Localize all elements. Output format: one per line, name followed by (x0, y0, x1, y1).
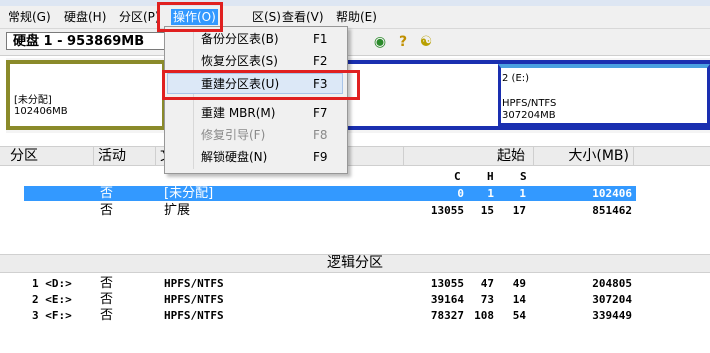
segment-size: 102406MB (14, 106, 68, 117)
menu-item-label: 备份分区表(B) (201, 32, 279, 46)
menu-disk[interactable]: 硬盘(H) (64, 9, 106, 25)
operation-menu: 备份分区表(B) F1 恢复分区表(S) F2 重建分区表(U) F3 重建 M… (164, 26, 348, 174)
disk-segment-e[interactable]: 2 (E:) HPFS/NTFS 307204MB (498, 64, 710, 126)
cell-h: 47 (480, 277, 494, 290)
col-active[interactable]: 活动 (94, 147, 156, 165)
cell-partition: 2 <E:> (32, 293, 72, 306)
menu-item-restore-partition-table[interactable]: 恢复分区表(S) F2 (167, 51, 343, 72)
cell-active: 否 (100, 292, 114, 307)
menu-item-repair-boot[interactable]: 修复引导(F) F8 (167, 125, 343, 146)
col-cylinder: C (454, 170, 461, 183)
menu-item-rebuild-mbr[interactable]: 重建 MBR(M) F7 (167, 103, 343, 124)
cell-h: 15 (480, 204, 494, 217)
cell-active: 否 (100, 308, 114, 323)
menu-item-backup-partition-table[interactable]: 备份分区表(B) F1 (167, 29, 343, 50)
cell-partition: 3 <F:> (32, 309, 72, 322)
disk-selector[interactable]: 硬盘 1 - 953869MB (6, 32, 166, 50)
menu-view[interactable]: 查看(V) (282, 9, 324, 25)
table-row[interactable]: 否 [未分配] 0 1 1 102406 (24, 186, 636, 201)
cell-s: 17 (512, 204, 526, 217)
menu-item-label: 重建 MBR(M) (201, 106, 276, 120)
col-size[interactable]: 大小(MB) (534, 147, 634, 165)
cell-c: 0 (457, 187, 464, 200)
menu-partition-s[interactable]: 区(S) (252, 9, 281, 25)
menu-partition[interactable]: 分区(P) (119, 9, 160, 25)
menu-item-rebuild-partition-table[interactable]: 重建分区表(U) F3 (167, 73, 343, 94)
cell-type: HPFS/NTFS (164, 277, 224, 290)
logical-partitions-header: 逻辑分区 (0, 254, 710, 273)
table-row[interactable]: 否 扩展 13055 15 17 851462 (0, 203, 710, 218)
menu-item-shortcut: F7 (313, 106, 328, 120)
help-icon[interactable]: ? (394, 33, 412, 51)
menu-operation[interactable]: 操作(O) (171, 9, 218, 25)
cell-type: [未分配] (164, 186, 214, 201)
cell-type: HPFS/NTFS (164, 293, 224, 306)
cell-type: 扩展 (164, 203, 191, 218)
menu-bar: 常规(G) 硬盘(H) 分区(P) 操作(O) 区(S) 查看(V) 帮助(E) (0, 6, 710, 29)
cell-h: 108 (474, 309, 494, 322)
menu-item-shortcut: F2 (313, 54, 328, 68)
partition-table-header: 分区 活动 文 起始 大小(MB) (0, 146, 710, 166)
menu-item-shortcut: F8 (313, 128, 328, 142)
menu-item-shortcut: F1 (313, 32, 328, 46)
table-row[interactable]: 1 <D:> 否 HPFS/NTFS 13055 47 49 204805 (0, 276, 710, 291)
col-partition[interactable]: 分区 (6, 147, 94, 165)
cell-active: 否 (100, 186, 114, 201)
cell-size: 204805 (592, 277, 632, 290)
cell-s: 54 (512, 309, 526, 322)
table-row[interactable]: 3 <F:> 否 HPFS/NTFS 78327 108 54 339449 (0, 308, 710, 323)
cell-size: 339449 (592, 309, 632, 322)
cell-c: 39164 (430, 293, 464, 306)
cell-active: 否 (100, 203, 114, 218)
menu-item-label: 修复引导(F) (201, 128, 266, 142)
cell-size: 851462 (592, 204, 632, 217)
segment-fs: HPFS/NTFS (502, 98, 557, 109)
segment-size: 307204MB (502, 110, 556, 121)
menu-item-label: 恢复分区表(S) (201, 54, 278, 68)
menu-separator (197, 99, 337, 100)
cell-c: 13055 (430, 277, 464, 290)
toolbar: 硬盘 1 - 953869MB ◉ ? ☯ (0, 29, 710, 56)
col-head: H (487, 170, 494, 183)
cell-h: 1 (487, 187, 494, 200)
menu-item-shortcut: F9 (313, 150, 328, 164)
cell-h: 73 (480, 293, 494, 306)
menu-item-label: 解锁硬盘(N) (201, 150, 268, 164)
cell-s: 14 (512, 293, 526, 306)
cart-icon[interactable]: ☯ (417, 33, 435, 51)
table-row[interactable]: 2 <E:> 否 HPFS/NTFS 39164 73 14 307204 (0, 292, 710, 307)
menu-general[interactable]: 常规(G) (8, 9, 51, 25)
menu-item-shortcut: F3 (313, 77, 328, 91)
cell-c: 13055 (430, 204, 464, 217)
globe-icon[interactable]: ◉ (371, 33, 389, 51)
col-start[interactable]: 起始 (404, 147, 534, 165)
cell-active: 否 (100, 276, 114, 291)
menu-help[interactable]: 帮助(E) (336, 9, 377, 25)
segment-label: [未分配] (14, 95, 52, 106)
cell-c: 78327 (430, 309, 464, 322)
menu-item-unlock-disk[interactable]: 解锁硬盘(N) F9 (167, 147, 343, 168)
cell-s: 1 (519, 187, 526, 200)
disk-map: [未分配] 102406MB 2 (E:) HPFS/NTFS 307204MB (6, 58, 710, 133)
cell-size: 102406 (592, 187, 632, 200)
col-sector: S (520, 170, 527, 183)
cell-partition: 1 <D:> (32, 277, 72, 290)
cell-type: HPFS/NTFS (164, 309, 224, 322)
cell-s: 49 (512, 277, 526, 290)
menu-item-label: 重建分区表(U) (201, 77, 280, 91)
cell-size: 307204 (592, 293, 632, 306)
segment-label: 2 (E:) (502, 73, 530, 84)
disk-segment-unallocated[interactable]: [未分配] 102406MB (6, 60, 166, 130)
